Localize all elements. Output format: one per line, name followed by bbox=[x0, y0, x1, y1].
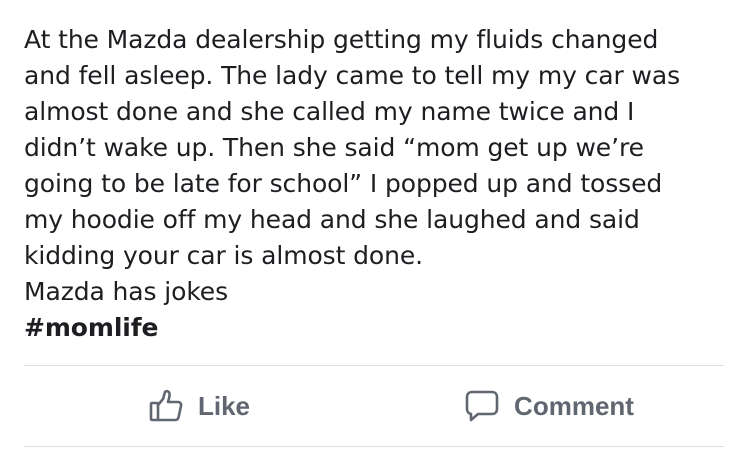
post-line: almost done and she called my name twice… bbox=[24, 97, 635, 126]
facebook-post: At the Mazda dealership getting my fluid… bbox=[0, 0, 732, 467]
thumbs-up-icon bbox=[148, 388, 184, 424]
post-text: At the Mazda dealership getting my fluid… bbox=[24, 22, 714, 346]
action-bar-bottom-divider bbox=[24, 446, 724, 447]
post-line: didn’t wake up. Then she said “mom get u… bbox=[24, 133, 644, 162]
post-line: going to be late for school” I popped up… bbox=[24, 169, 663, 198]
hashtag-link[interactable]: #momlife bbox=[24, 310, 159, 346]
post-line: my hoodie off my head and she laughed an… bbox=[24, 205, 640, 234]
post-line: kidding your car is almost done. bbox=[24, 241, 423, 270]
post-line: At the Mazda dealership getting my fluid… bbox=[24, 25, 659, 54]
like-button[interactable]: Like bbox=[24, 366, 374, 446]
post-line: and fell asleep. The lady came to tell m… bbox=[24, 61, 681, 90]
hashtag-line: #momlife bbox=[24, 310, 714, 346]
post-action-bar: Like Comment bbox=[24, 366, 724, 446]
like-label: Like bbox=[197, 390, 251, 421]
comment-label: Comment bbox=[514, 390, 634, 421]
speech-bubble-icon bbox=[464, 388, 500, 424]
comment-button[interactable]: Comment bbox=[374, 366, 724, 446]
post-line: Mazda has jokes bbox=[24, 277, 229, 306]
